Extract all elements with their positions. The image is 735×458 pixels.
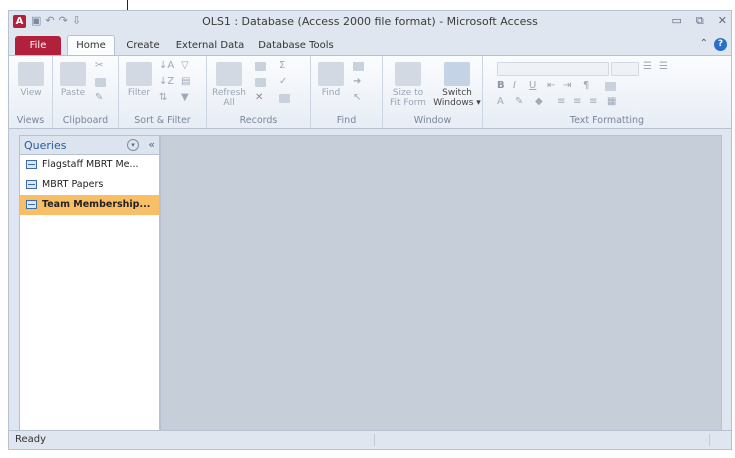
- ribbon-tabs: File Home Create External Data Database …: [9, 33, 731, 56]
- increase-indent-icon[interactable]: ⇥: [563, 80, 571, 91]
- status-divider: [709, 434, 710, 446]
- group-label-records: Records: [239, 115, 278, 126]
- align-left-icon[interactable]: ≡: [557, 96, 565, 107]
- new-record-icon[interactable]: [255, 62, 266, 71]
- format-painter-icon[interactable]: ✎: [95, 92, 103, 103]
- tab-home[interactable]: Home: [67, 35, 115, 56]
- group-records: Refresh All ✕ Σ ✓ Records: [207, 56, 311, 128]
- italic-icon[interactable]: I: [513, 80, 516, 91]
- chevron-down-icon[interactable]: ▾: [127, 139, 139, 151]
- tab-database-tools[interactable]: Database Tools: [257, 36, 335, 55]
- switch-windows-icon: [444, 62, 470, 86]
- status-text: Ready: [15, 434, 47, 445]
- maximize-button[interactable]: ⧉: [696, 14, 704, 28]
- delete-record-icon[interactable]: ✕: [255, 92, 263, 103]
- font-color-icon[interactable]: A: [497, 96, 504, 107]
- save-record-icon[interactable]: [255, 78, 266, 87]
- size-to-fit-form-button[interactable]: Size to Fit Form: [385, 62, 431, 108]
- access-window: A ▣ ↶ ↷ ⇩ OLS1 : Database (Access 2000 f…: [8, 10, 732, 450]
- paragraph-direction-icon[interactable]: ¶: [583, 80, 589, 91]
- clear-sort-icon[interactable]: ⇅: [159, 92, 167, 103]
- group-sort-filter: Filter ↓A ↓Z ⇅ ▽ ▤ ▼ Sort & Filter: [119, 56, 207, 128]
- find-button[interactable]: Find: [315, 62, 347, 98]
- size-to-fit-icon: [395, 62, 421, 86]
- replace-icon[interactable]: [353, 62, 364, 71]
- close-button[interactable]: ✕: [718, 14, 727, 28]
- paste-icon: [60, 62, 86, 86]
- alternate-row-color-icon[interactable]: [605, 82, 616, 91]
- sort-ascending-icon[interactable]: ↓A: [159, 60, 174, 71]
- ribbon: View Views Paste ✂ ✎ Clipboard Filter ↓A…: [9, 55, 731, 129]
- group-clipboard: Paste ✂ ✎ Clipboard: [53, 56, 119, 128]
- bold-icon[interactable]: B: [497, 80, 505, 91]
- shutter-bar-collapse-icon[interactable]: «: [148, 138, 155, 151]
- window-title: OLS1 : Database (Access 2000 file format…: [202, 15, 538, 28]
- help-icon[interactable]: ?: [714, 38, 727, 51]
- group-find: Find ➜ ↖ Find: [311, 56, 383, 128]
- switch-windows-button[interactable]: Switch Windows ▾: [433, 62, 481, 108]
- navigation-pane-title: Queries: [24, 139, 67, 152]
- toggle-filter-icon[interactable]: ▼: [181, 92, 189, 103]
- ribbon-help-controls: ⌃ ?: [700, 38, 727, 51]
- document-workspace: [160, 135, 722, 431]
- minimize-ribbon-icon[interactable]: ⌃: [700, 38, 708, 51]
- more-records-icon[interactable]: [279, 94, 290, 103]
- filter-button[interactable]: Filter: [123, 62, 155, 98]
- tab-file[interactable]: File: [15, 36, 61, 55]
- window-controls: ▭ ⧉ ✕: [672, 14, 727, 28]
- group-label-clipboard: Clipboard: [62, 115, 109, 126]
- numbering-icon[interactable]: ☰: [659, 61, 668, 72]
- minimize-button[interactable]: ▭: [672, 14, 682, 28]
- selection-filter-icon[interactable]: ▽: [181, 60, 189, 71]
- query-icon: [26, 180, 37, 189]
- query-icon: [26, 160, 37, 169]
- refresh-icon: [216, 62, 242, 86]
- status-divider: [374, 434, 375, 446]
- copy-icon[interactable]: [95, 78, 106, 87]
- bullets-icon[interactable]: ☰: [643, 61, 652, 72]
- navigation-pane-header[interactable]: Queries ▾ «: [20, 136, 159, 155]
- paste-button[interactable]: Paste: [57, 62, 89, 98]
- view-button[interactable]: View: [15, 62, 47, 98]
- view-icon: [18, 62, 44, 86]
- select-icon[interactable]: ↖: [353, 92, 361, 103]
- status-bar: Ready: [9, 430, 731, 449]
- align-right-icon[interactable]: ≡: [589, 96, 597, 107]
- binoculars-icon: [318, 62, 344, 86]
- group-views: View Views: [9, 56, 53, 128]
- tab-create[interactable]: Create: [123, 36, 163, 55]
- query-icon: [26, 200, 37, 209]
- list-item-selected[interactable]: Team Membership...: [20, 195, 159, 215]
- group-label-text-formatting: Text Formatting: [569, 115, 645, 126]
- advanced-filter-icon[interactable]: ▤: [181, 76, 190, 87]
- underline-icon[interactable]: U: [529, 80, 536, 91]
- align-center-icon[interactable]: ≡: [573, 96, 581, 107]
- background-color-icon[interactable]: ◆: [535, 96, 543, 107]
- group-label-sort-filter: Sort & Filter: [134, 115, 191, 126]
- gridlines-icon[interactable]: ▦: [607, 96, 616, 107]
- group-label-views: Views: [16, 115, 45, 126]
- go-to-icon[interactable]: ➜: [353, 76, 361, 87]
- sort-descending-icon[interactable]: ↓Z: [159, 76, 174, 87]
- decrease-indent-icon[interactable]: ⇤: [547, 80, 555, 91]
- font-dropdown[interactable]: [497, 62, 609, 76]
- font-size-dropdown[interactable]: [611, 62, 639, 76]
- filter-icon: [126, 62, 152, 86]
- group-label-find: Find: [336, 115, 357, 126]
- group-text-formatting: ☰ ☰ B I U ⇤ ⇥ ¶ A ✎ ◆ ≡ ≡ ≡ ▦ Text Forma…: [483, 56, 731, 128]
- list-item[interactable]: Flagstaff MBRT Me...: [20, 155, 159, 175]
- group-window: Size to Fit Form Switch Windows ▾ Window: [383, 56, 483, 128]
- totals-icon[interactable]: Σ: [279, 60, 285, 71]
- list-item[interactable]: MBRT Papers: [20, 175, 159, 195]
- navigation-pane: Queries ▾ « Flagstaff MBRT Me... MBRT Pa…: [19, 135, 160, 431]
- cut-icon[interactable]: ✂: [95, 60, 103, 71]
- title-bar: A ▣ ↶ ↷ ⇩ OLS1 : Database (Access 2000 f…: [9, 11, 731, 33]
- refresh-all-button[interactable]: Refresh All: [211, 62, 247, 108]
- highlight-color-icon[interactable]: ✎: [515, 96, 523, 107]
- tab-external-data[interactable]: External Data: [173, 36, 247, 55]
- spelling-icon[interactable]: ✓: [279, 76, 287, 87]
- group-label-window: Window: [413, 115, 452, 126]
